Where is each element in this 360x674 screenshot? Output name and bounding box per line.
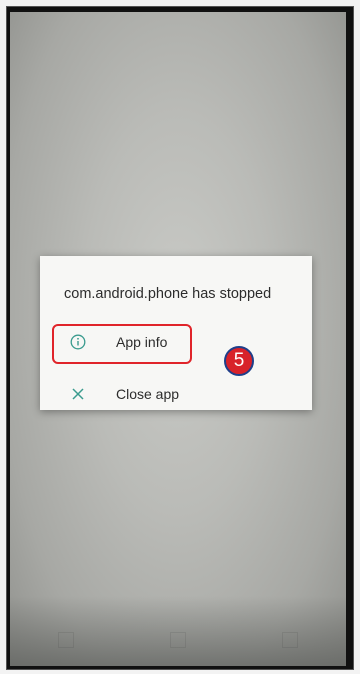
- app-info-label: App info: [116, 334, 168, 350]
- close-x-icon: [70, 386, 86, 402]
- home-icon: [170, 632, 186, 648]
- back-icon: [58, 632, 74, 648]
- phone-screen: com.android.phone has stopped App info C…: [10, 12, 346, 666]
- recents-icon: [282, 632, 298, 648]
- close-app-button[interactable]: Close app: [52, 376, 302, 412]
- app-info-button[interactable]: App info: [52, 324, 302, 360]
- dialog-title: com.android.phone has stopped: [64, 286, 272, 302]
- step-number-badge: 5: [224, 346, 254, 376]
- info-circle-icon: [70, 334, 86, 350]
- navigation-bar: [10, 632, 346, 648]
- close-app-label: Close app: [116, 386, 180, 402]
- app-stopped-dialog: com.android.phone has stopped App info C…: [40, 256, 312, 410]
